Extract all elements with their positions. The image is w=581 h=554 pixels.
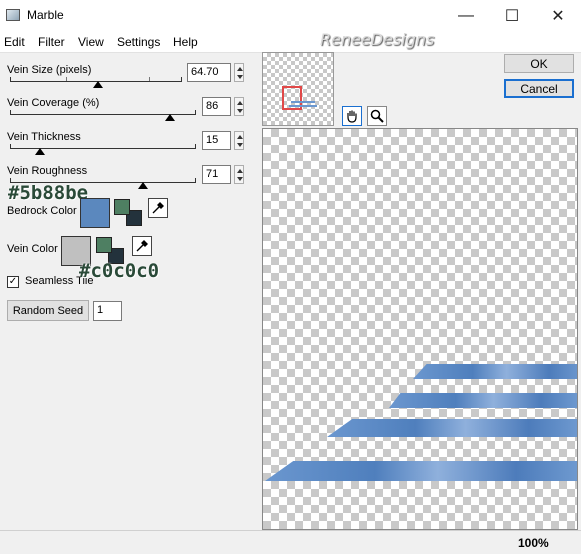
vein-color-annotation: #c0c0c0 [79, 260, 160, 282]
vein-thickness-slider-thumb[interactable] [35, 148, 45, 155]
menu-help[interactable]: Help [173, 35, 198, 49]
vein-eyedropper-button[interactable] [132, 236, 152, 256]
slider-end [10, 144, 11, 149]
status-bar [0, 530, 581, 554]
vein-size-label: Vein Size (pixels) [7, 64, 92, 76]
slider-end [195, 178, 196, 183]
marble-stripe [265, 461, 577, 481]
slider-end [10, 77, 11, 82]
vein-roughness-spinner[interactable] [234, 165, 244, 184]
marble-stripe [327, 419, 577, 437]
vein-color-label: Vein Color [7, 243, 58, 255]
preview-canvas[interactable] [262, 128, 578, 530]
vein-size-slider-thumb[interactable] [93, 81, 103, 88]
zoom-level: 100% [518, 536, 549, 550]
window-title: Marble [27, 8, 64, 22]
eyedropper-icon [152, 202, 164, 214]
marble-stripe [413, 364, 577, 379]
ok-button[interactable]: OK [504, 54, 574, 73]
thumbnail-stripe [291, 101, 315, 103]
vein-roughness-input[interactable]: 71 [202, 165, 231, 184]
marble-stripe [389, 393, 577, 408]
bedrock-color-annotation: #5b88be [8, 182, 89, 204]
menu-view[interactable]: View [78, 35, 104, 49]
vein-size-input[interactable]: 64.70 [187, 63, 231, 82]
app-icon [6, 9, 20, 21]
preview-thumbnail[interactable] [262, 52, 334, 126]
vein-thickness-spinner[interactable] [234, 131, 244, 150]
vein-thickness-input[interactable]: 15 [202, 131, 231, 150]
vein-coverage-label: Vein Coverage (%) [7, 97, 100, 109]
slider-end [181, 77, 182, 82]
slider-end [195, 144, 196, 149]
thumbnail-stripe [289, 105, 317, 107]
random-seed-button[interactable]: Random Seed [7, 300, 89, 321]
vein-size-spinner[interactable] [234, 63, 244, 82]
slider-end [10, 110, 11, 115]
slider-tick [149, 77, 150, 81]
bedrock-color-swatch[interactable] [80, 198, 110, 228]
cancel-button[interactable]: Cancel [504, 79, 574, 98]
minimize-button[interactable]: — [443, 0, 489, 32]
maximize-button[interactable]: ☐ [489, 0, 535, 32]
vein-coverage-spinner[interactable] [234, 97, 244, 116]
magnifier-icon [370, 109, 384, 123]
menu-filter[interactable]: Filter [38, 35, 65, 49]
slider-tick [66, 77, 67, 81]
random-seed-input[interactable]: 1 [93, 301, 122, 321]
vein-roughness-slider-thumb[interactable] [138, 182, 148, 189]
hand-tool-button[interactable] [342, 106, 362, 126]
menu-settings[interactable]: Settings [117, 35, 160, 49]
zoom-tool-button[interactable] [367, 106, 387, 126]
vein-coverage-input[interactable]: 86 [202, 97, 231, 116]
seamless-tile-checkbox[interactable]: ✓ [7, 276, 19, 288]
close-button[interactable]: ✕ [535, 0, 581, 32]
bedrock-color-label: Bedrock Color [7, 205, 77, 217]
eyedropper-icon [136, 240, 148, 252]
vein-thickness-label: Vein Thickness [7, 131, 81, 143]
hand-icon [347, 110, 357, 123]
vein-fg-color-swatch[interactable] [96, 237, 112, 253]
watermark: ReneeDesigns [320, 30, 435, 49]
menu-edit[interactable]: Edit [4, 35, 25, 49]
vein-roughness-label: Vein Roughness [7, 165, 88, 177]
bedrock-eyedropper-button[interactable] [148, 198, 168, 218]
vein-coverage-slider-thumb[interactable] [165, 114, 175, 121]
bedrock-fg-color-swatch[interactable] [114, 199, 130, 215]
slider-end [195, 110, 196, 115]
